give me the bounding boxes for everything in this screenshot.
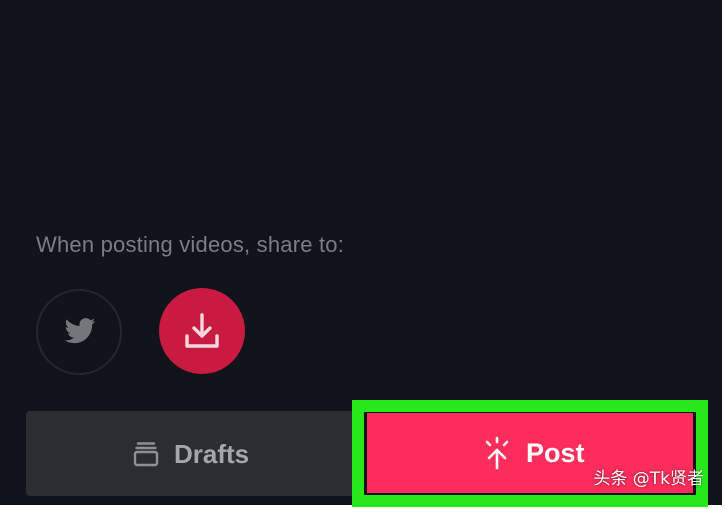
share-twitter-button[interactable] (36, 289, 122, 375)
drafts-button[interactable]: Drafts (26, 411, 358, 496)
drafts-button-label: Drafts (174, 438, 250, 469)
post-settings-screen: When posting videos, share to: Drafts Po… (0, 0, 726, 507)
post-button-label: Post (526, 437, 585, 468)
watermark-text: 头条 @Tk贤者 (593, 469, 704, 489)
drafts-stack-icon (133, 442, 159, 467)
drafts-button-content: Drafts (132, 438, 249, 470)
share-to-label: When posting videos, share to: (36, 232, 345, 257)
post-upload-icon (485, 436, 509, 470)
save-to-device-button[interactable] (159, 288, 245, 374)
twitter-bird-icon (64, 318, 96, 344)
screenshot: When posting videos, share to: Drafts Po… (0, 0, 726, 509)
post-button-content: Post (482, 435, 585, 471)
download-icon (185, 313, 219, 348)
